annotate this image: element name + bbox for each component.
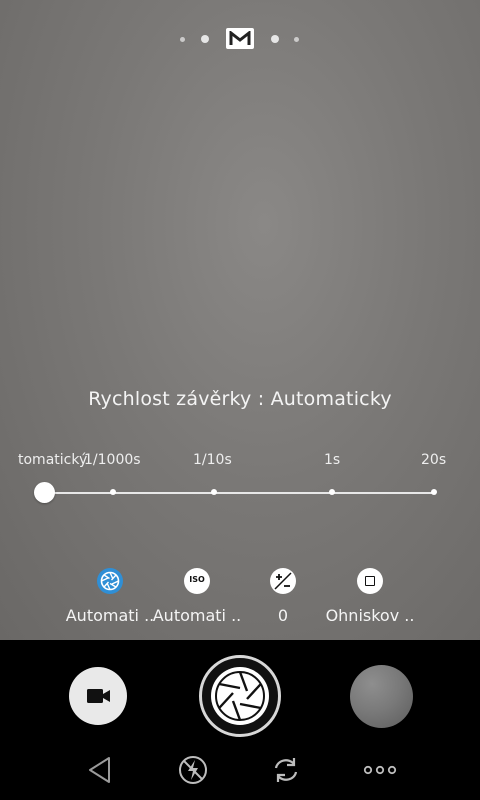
iso-icon: ISO (184, 568, 210, 594)
flash-off-icon (179, 756, 207, 784)
param-label: Automati .. (65, 606, 155, 625)
mode-dot (201, 35, 209, 43)
mode-indicator[interactable] (0, 28, 480, 50)
back-button[interactable] (82, 752, 118, 788)
slider-tick-label: 1/10s (193, 452, 232, 468)
param-label: Ohniskov .. (325, 606, 415, 625)
slider-stop (431, 489, 437, 495)
more-options-button[interactable] (362, 752, 398, 788)
video-record-button[interactable] (69, 667, 127, 725)
shutter-button[interactable] (199, 655, 281, 737)
param-focus[interactable]: Ohniskov .. (322, 568, 418, 625)
setting-title: Rychlost závěrky : Automaticky (88, 388, 392, 410)
mode-dot (294, 37, 299, 42)
param-label: 0 (277, 606, 289, 625)
slider-stop (110, 489, 116, 495)
slider-tick-label: 20s (421, 452, 447, 468)
aperture-icon (97, 568, 123, 594)
param-exposure[interactable]: 0 (235, 568, 331, 625)
param-label: Automati .. (152, 606, 242, 625)
param-shutter-speed[interactable]: Automati .. (62, 568, 158, 625)
focus-square-icon (357, 568, 383, 594)
gallery-thumbnail[interactable] (350, 665, 413, 728)
switch-camera-button[interactable] (268, 752, 304, 788)
manual-mode-icon[interactable] (226, 28, 254, 49)
more-dots-icon (363, 765, 397, 775)
slider-tick-label: 1s (324, 452, 341, 468)
slider-thumb[interactable] (34, 482, 55, 503)
shutter-aperture-icon (211, 667, 269, 725)
slider-stop (329, 489, 335, 495)
slider-tick-label: 1/1000s (84, 452, 141, 468)
slider-tick-label: tomatický (18, 452, 88, 468)
flash-toggle-button[interactable] (175, 752, 211, 788)
slider-stop (211, 489, 217, 495)
mode-dot (271, 35, 279, 43)
camera-viewfinder[interactable]: Rychlost závěrky : Automaticky tomatický… (0, 0, 480, 640)
param-iso[interactable]: ISO Automati .. (149, 568, 245, 625)
switch-camera-icon (274, 758, 298, 782)
back-triangle-icon (89, 757, 110, 783)
mode-dot (180, 37, 185, 42)
video-camera-icon (87, 689, 110, 703)
exposure-compensation-icon (270, 568, 296, 594)
shutter-speed-slider[interactable] (44, 492, 436, 494)
